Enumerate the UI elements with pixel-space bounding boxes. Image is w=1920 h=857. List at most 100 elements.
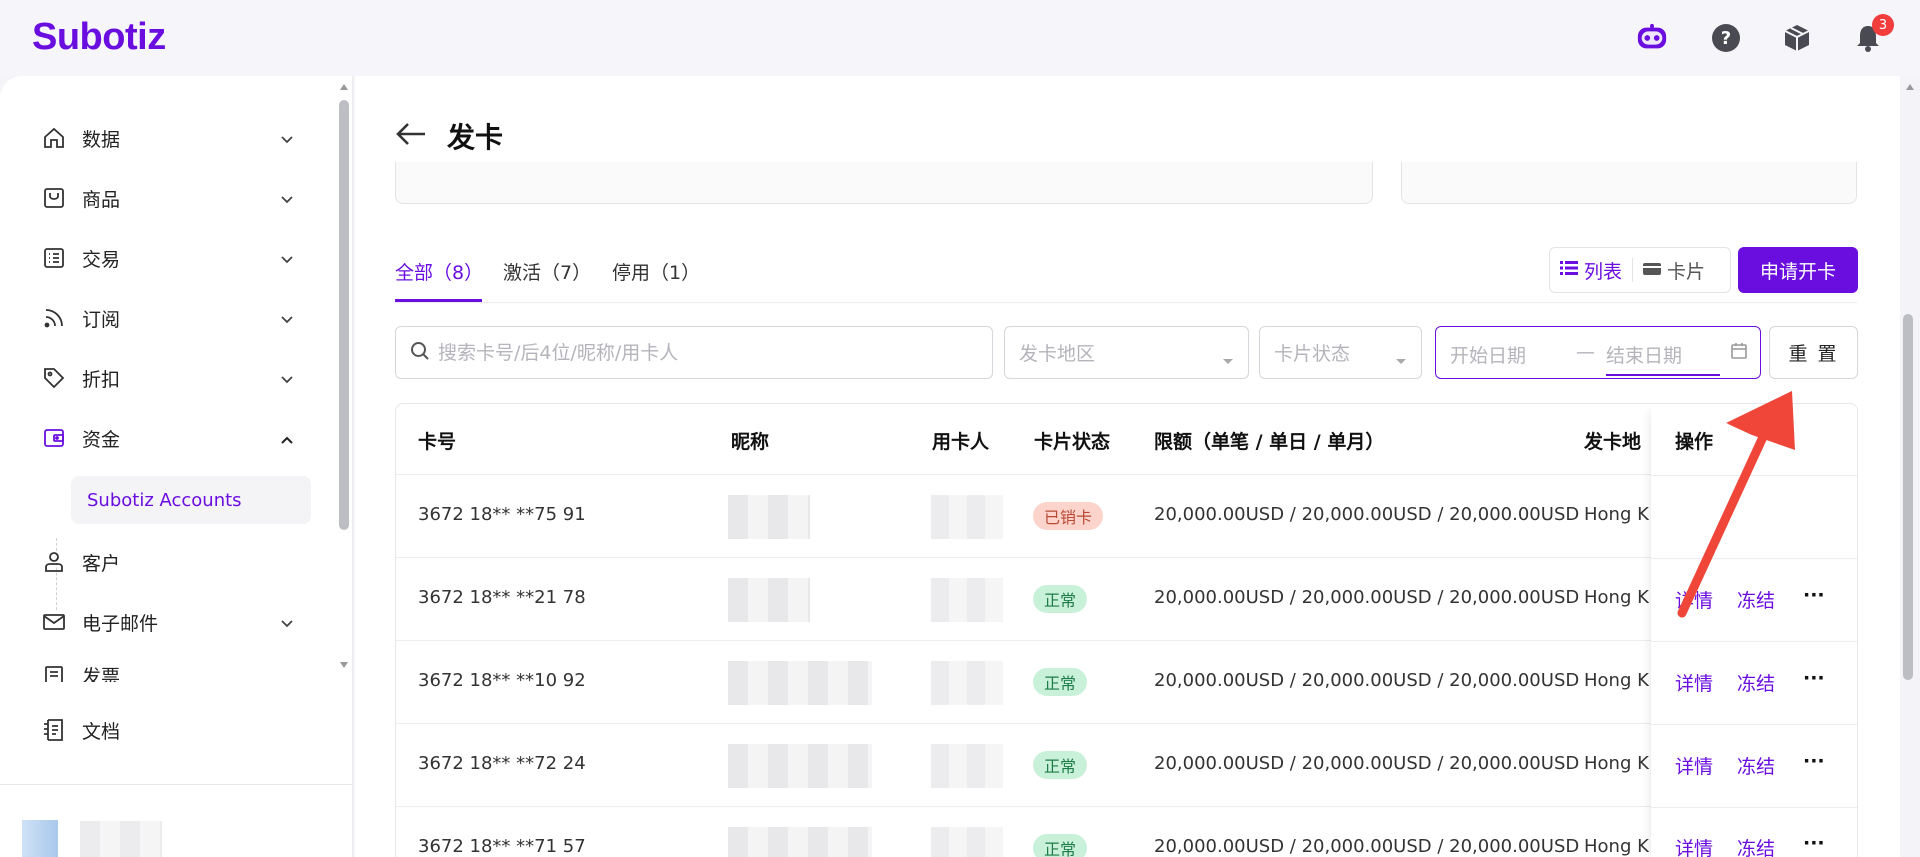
sidebar-divider: [0, 784, 352, 785]
rss-icon: [40, 304, 68, 332]
freeze-link[interactable]: 冻结: [1737, 834, 1775, 857]
sidebar-item-products[interactable]: 商品: [40, 178, 302, 218]
limit-value: 20,000.00USD / 20,000.00USD / 20,000.00U…: [1154, 670, 1580, 691]
detail-link[interactable]: 详情: [1675, 669, 1713, 696]
search-icon: [410, 341, 430, 365]
list-icon: [1560, 259, 1578, 281]
page-title: 发卡: [447, 121, 504, 154]
status-select[interactable]: 卡片状态: [1259, 326, 1422, 379]
sidebar-item-data[interactable]: 数据: [40, 118, 302, 158]
tab-all[interactable]: 全部（8）: [395, 258, 483, 285]
start-date-input[interactable]: 开始日期: [1450, 341, 1526, 368]
region-value: Hong K: [1584, 504, 1649, 525]
more-actions-button[interactable]: ···: [1803, 750, 1825, 772]
tab-active-indicator: [395, 299, 482, 302]
tab-disabled[interactable]: 停用（1）: [612, 258, 700, 285]
header-nickname: 昵称: [731, 431, 770, 453]
table-row[interactable]: 3672 18** **75 91 已销卡 20,000.00USD / 20,…: [396, 475, 1857, 558]
summary-card: [1401, 162, 1857, 204]
sidebar-item-subscriptions[interactable]: 订阅: [40, 298, 302, 338]
nickname-redacted: [728, 827, 872, 857]
assistant-icon[interactable]: [1636, 22, 1668, 54]
card-view-button[interactable]: 卡片: [1633, 257, 1715, 284]
chevron-down-icon: [280, 250, 294, 269]
chevron-down-icon: [280, 614, 294, 633]
logo[interactable]: Subotiz: [32, 16, 166, 59]
view-toggle: 列表 卡片: [1549, 247, 1731, 293]
sidebar-item-discounts[interactable]: 折扣: [40, 358, 302, 398]
header-limit: 限额（单笔 / 单日 / 单月）: [1154, 431, 1385, 453]
apply-card-button[interactable]: 申请开卡: [1738, 247, 1858, 293]
table-row[interactable]: 3672 18** **71 57 正常 20,000.00USD / 20,0…: [396, 807, 1857, 857]
sidebar-item-email[interactable]: 电子邮件: [40, 602, 302, 642]
sidebar-item-transactions[interactable]: 交易: [40, 238, 302, 278]
region-select[interactable]: 发卡地区: [1004, 326, 1249, 379]
user-icon: [40, 548, 68, 576]
header-region: 发卡地: [1584, 431, 1642, 453]
card-number: 3672 18** **21 78: [418, 587, 586, 608]
header-status: 卡片状态: [1034, 431, 1111, 453]
sidebar-item-label: 交易: [82, 248, 121, 271]
limit-value: 20,000.00USD / 20,000.00USD / 20,000.00U…: [1154, 836, 1580, 857]
status-badge: 正常: [1033, 585, 1088, 613]
sidebar-item-label: 订阅: [82, 308, 121, 331]
invoice-icon: [40, 662, 68, 682]
calendar-icon: [1730, 342, 1748, 365]
end-date-input[interactable]: 结束日期: [1606, 341, 1682, 368]
chevron-down-icon: [280, 190, 294, 209]
region-value: Hong K: [1584, 753, 1649, 774]
row-divider: [1651, 807, 1857, 808]
home-icon: [40, 124, 68, 152]
main-scroll-thumb[interactable]: [1903, 314, 1913, 680]
card-number: 3672 18** **71 57: [418, 836, 586, 857]
table-row[interactable]: 3672 18** **72 24 正常 20,000.00USD / 20,0…: [396, 724, 1857, 807]
back-arrow-icon[interactable]: [395, 121, 427, 151]
cards-table: 卡号 昵称 用卡人 卡片状态 限额（单笔 / 单日 / 单月） 发卡地 3672…: [395, 403, 1858, 857]
sidebar-item-label: 电子邮件: [82, 612, 159, 635]
tag-icon: [40, 364, 68, 392]
more-actions-button[interactable]: ···: [1803, 832, 1825, 854]
region-select-placeholder: 发卡地区: [1019, 343, 1096, 365]
freeze-link[interactable]: 冻结: [1737, 669, 1775, 696]
notification-badge: 3: [1872, 14, 1894, 36]
date-range-separator: —: [1576, 341, 1595, 363]
sidebar-item-funds[interactable]: 资金: [40, 418, 302, 458]
tab-active[interactable]: 激活（7）: [503, 258, 591, 285]
freeze-link[interactable]: 冻结: [1737, 752, 1775, 779]
sidebar-item-docs[interactable]: 文档: [40, 710, 302, 750]
header-holder: 用卡人: [932, 431, 990, 453]
caret-down-icon: [1222, 349, 1234, 371]
more-actions-button[interactable]: ···: [1803, 667, 1825, 689]
table-row[interactable]: 3672 18** **10 92 正常 20,000.00USD / 20,0…: [396, 641, 1857, 724]
status-badge: 已销卡: [1033, 502, 1104, 530]
mail-icon: [40, 608, 68, 636]
sidebar-item-customers[interactable]: 客户: [40, 542, 302, 582]
reset-button[interactable]: 重 置: [1769, 326, 1858, 379]
card-number: 3672 18** **10 92: [418, 670, 586, 691]
detail-link[interactable]: 详情: [1675, 752, 1713, 779]
holder-redacted: [931, 744, 1003, 788]
sidebar-item-label: 数据: [82, 128, 121, 151]
package-icon[interactable]: [1781, 22, 1813, 54]
list-view-button[interactable]: 列表: [1550, 257, 1632, 284]
list-icon: [40, 244, 68, 272]
limit-value: 20,000.00USD / 20,000.00USD / 20,000.00U…: [1154, 753, 1580, 774]
avatar[interactable]: [22, 820, 58, 857]
table-row[interactable]: 3672 18** **21 78 正常 20,000.00USD / 20,0…: [396, 558, 1857, 641]
detail-link[interactable]: 详情: [1675, 834, 1713, 857]
sidebar-scroll-thumb[interactable]: [339, 100, 349, 530]
sidebar-item-invoices[interactable]: 发票: [40, 662, 302, 682]
sidebar-subitem-subotiz-accounts[interactable]: Subotiz Accounts: [71, 476, 311, 524]
date-range-picker[interactable]: 开始日期 — 结束日期: [1435, 326, 1761, 379]
sidebar: 数据 商品 交易 订阅 折扣 资金 Subotiz Accounts 客户 电子…: [0, 76, 353, 857]
search-input[interactable]: [438, 341, 978, 364]
status-badge: 正常: [1033, 668, 1088, 696]
help-icon[interactable]: ?: [1710, 22, 1742, 54]
annotation-arrow: [1677, 391, 1795, 618]
card-icon: [1643, 259, 1662, 281]
svg-text:?: ?: [1721, 28, 1731, 49]
row-divider: [1651, 724, 1857, 725]
active-date-underline: [1606, 374, 1720, 376]
bell-icon[interactable]: 3: [1852, 14, 1894, 54]
region-value: Hong K: [1584, 670, 1649, 691]
